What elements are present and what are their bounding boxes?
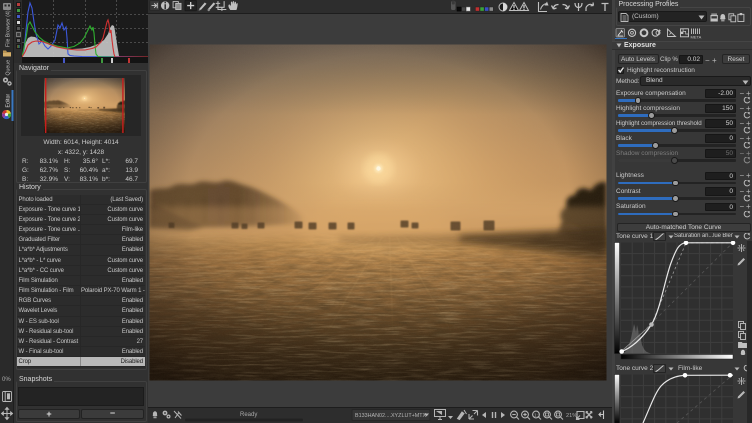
svg-text:B133HAN02....XYZLUT+MTX: B133HAN02....XYZLUT+MTX	[355, 413, 427, 419]
svg-text:0%: 0%	[2, 377, 11, 383]
svg-text:META: META	[691, 35, 702, 40]
svg-text:21%: 21%	[566, 413, 577, 419]
svg-text:Ready: Ready	[240, 412, 257, 418]
svg-text:Queue: Queue	[5, 60, 11, 76]
svg-text:File Browser (4): File Browser (4)	[5, 10, 11, 47]
svg-text:1:1: 1:1	[534, 412, 541, 417]
svg-text:Editor: Editor	[5, 94, 11, 108]
